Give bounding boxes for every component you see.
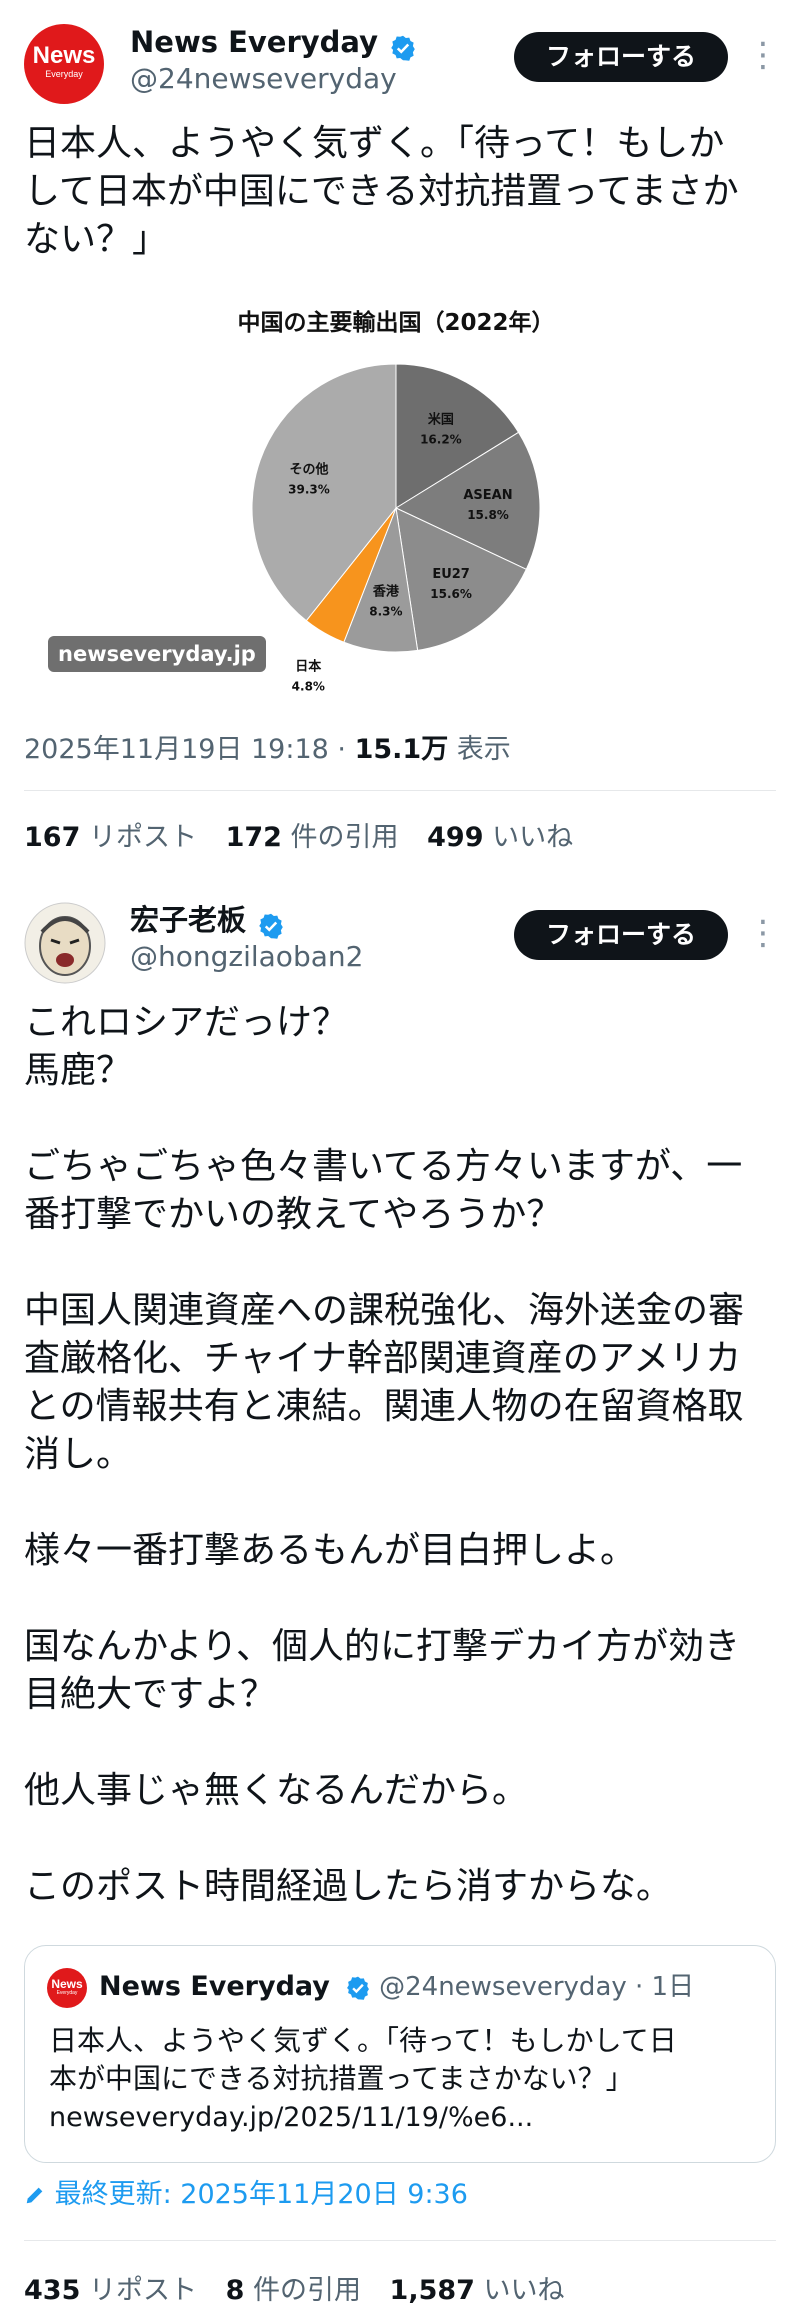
like-label: いいね: [483, 822, 574, 853]
quoted-post-link[interactable]: newseveryday.jp/2025/11/19/%e6...: [49, 2100, 533, 2136]
quoted-post-text: 日本人、ようやく気ずく。「待って！もしかして日 本が中国にできる対抗措置ってまさ…: [49, 2024, 677, 2095]
author-name[interactable]: 宏子老板: [130, 903, 246, 937]
avatar-logo-text: News: [32, 42, 96, 69]
post-image[interactable]: 中国の主要輸出国（2022年） 米国 16.2% ASEAN 15.8% EU27 15.…: [24, 290, 776, 700]
post-text: これロシアだっけ？ 馬鹿？ ごちゃごちゃ色々書いてる方々いますが、一 番打撃でか…: [24, 1002, 745, 1907]
slice-value-label: 4.8%: [292, 680, 325, 694]
engagement-stats: 435 リポスト 8 件の引用 1,587 いいね: [24, 2268, 565, 2307]
like-stat[interactable]: 499 いいね: [427, 822, 573, 853]
verified-badge-icon: [346, 1976, 369, 2000]
author-handle[interactable]: @hongzilaoban2: [130, 940, 363, 974]
slice-value-label: 16.2%: [420, 433, 462, 447]
avatar-logo-subtext: Everyday: [45, 69, 83, 79]
repost-stat[interactable]: 435 リポスト: [24, 2275, 197, 2306]
last-updated-link[interactable]: 最終更新: 2025年11月20日 9:36: [24, 2177, 468, 2213]
quote-count: 172: [225, 822, 282, 853]
avatar[interactable]: [24, 902, 106, 984]
quoted-avatar-subtext: Everyday: [56, 1990, 78, 1996]
more-options-icon[interactable]: ⋮: [746, 916, 780, 950]
slice-label: 日本: [295, 659, 321, 675]
quote-count: 8: [225, 2275, 245, 2306]
post-timestamp[interactable]: 2025年11月19日 19:18 · 15.1万 表示: [24, 727, 511, 766]
views-count: 15.1万: [354, 734, 449, 765]
author-handle[interactable]: @24newseveryday: [130, 62, 417, 96]
verified-badge-icon: [259, 913, 283, 939]
author-name[interactable]: News Everyday: [130, 25, 378, 59]
follow-button[interactable]: フォローする: [514, 910, 728, 960]
slice-value-label: 15.6%: [430, 587, 472, 601]
quote-stat[interactable]: 172 件の引用: [226, 822, 399, 853]
quote-label: 件の引用: [244, 2275, 361, 2306]
repost-label: リポスト: [80, 2275, 197, 2306]
post-text: 日本人、ようやく気ずく。「待って！もしか して日本が中国にできる対抗措置ってまさ…: [24, 123, 739, 260]
slice-label: その他: [289, 462, 328, 478]
verified-badge-icon: [391, 35, 415, 61]
slice-value-label: 39.3%: [288, 483, 330, 497]
like-count: 499: [427, 822, 484, 853]
avatar[interactable]: News Everyday: [24, 24, 104, 104]
author-info[interactable]: News Everyday @24newseveryday: [130, 24, 417, 96]
slice-label: 香港: [372, 584, 400, 600]
repost-count: 435: [24, 2275, 81, 2306]
avatar-face-icon: [24, 902, 106, 984]
chart-title: 中国の主要輸出国（2022年）: [237, 309, 554, 336]
like-label: いいね: [474, 2275, 565, 2306]
quote-label: 件の引用: [281, 822, 399, 853]
follow-button[interactable]: フォローする: [514, 32, 728, 82]
last-updated-text: 最終更新: 2025年11月20日 9:36: [54, 2179, 468, 2210]
more-options-icon[interactable]: ⋮: [746, 38, 780, 72]
repost-stat[interactable]: 167 リポスト: [24, 822, 197, 853]
quoted-author-name: News Everyday: [99, 1971, 330, 2002]
divider: [24, 790, 776, 791]
quoted-avatar-text: News: [51, 1977, 83, 1991]
like-stat[interactable]: 1,587 いいね: [390, 2275, 565, 2306]
like-count: 1,587: [389, 2275, 475, 2306]
views-label: 表示: [448, 734, 511, 765]
slice-label: 米国: [428, 412, 454, 428]
slice-label: EU27: [432, 567, 470, 582]
timestamp-text: 2025年11月19日 19:18 ·: [24, 734, 355, 765]
slice-value-label: 8.3%: [369, 605, 402, 619]
quoted-author-line: News Everyday @24newseveryday · 1日: [99, 1968, 694, 2006]
quote-stat[interactable]: 8 件の引用: [226, 2275, 361, 2306]
slice-value-label: 15.8%: [467, 508, 509, 522]
quoted-time: · 1日: [626, 1972, 695, 2002]
pencil-icon: [26, 2187, 43, 2204]
slice-label: ASEAN: [463, 488, 512, 503]
author-info[interactable]: 宏子老板 @hongzilaoban2: [130, 902, 363, 974]
engagement-stats: 167 リポスト 172 件の引用 499 いいね: [24, 815, 573, 854]
repost-count: 167: [24, 822, 81, 853]
repost-label: リポスト: [80, 822, 197, 853]
quoted-avatar: News Everyday: [47, 1968, 87, 2008]
watermark-label: newseveryday.jp: [48, 636, 266, 672]
quoted-post-card[interactable]: News Everyday News Everyday @24newsevery…: [24, 1945, 776, 2163]
divider: [24, 2240, 776, 2241]
quoted-author-handle: @24newseveryday: [379, 1972, 627, 2002]
